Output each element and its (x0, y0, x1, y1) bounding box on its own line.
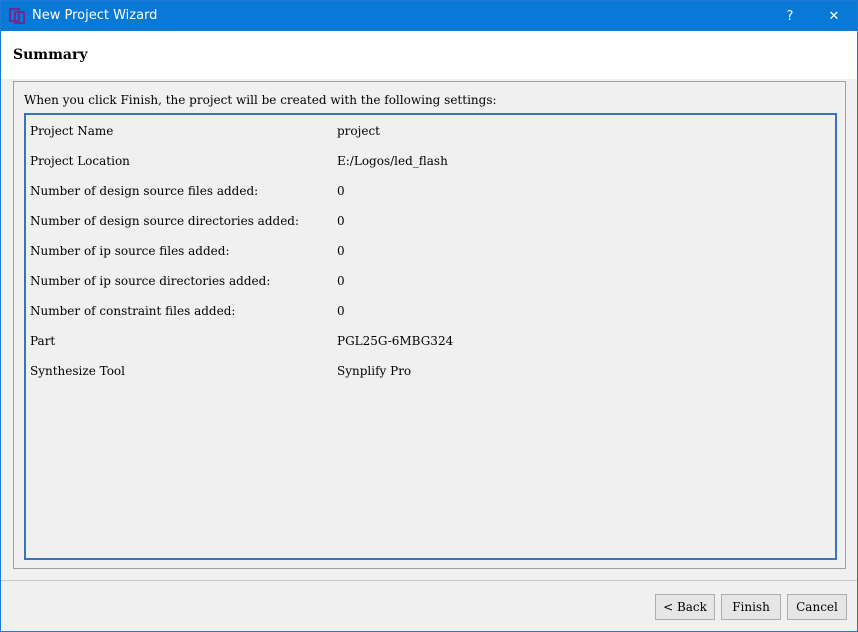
setting-row-design-source-dirs: Number of design source directories adde… (30, 211, 830, 231)
title-bar[interactable]: New Project Wizard ? ✕ (1, 1, 857, 31)
setting-row-project-name: Project Name project (30, 121, 830, 141)
setting-label: Number of ip source files added: (30, 244, 230, 258)
cancel-button[interactable]: Cancel (787, 594, 847, 620)
setting-value: PGL25G-6MBG324 (337, 334, 454, 348)
setting-row-synthesize-tool: Synthesize Tool Synplify Pro (30, 361, 830, 381)
setting-value: 0 (337, 214, 345, 228)
content-panel: When you click Finish, the project will … (13, 81, 846, 569)
setting-label: Number of constraint files added: (30, 304, 236, 318)
close-button[interactable]: ✕ (811, 1, 857, 31)
wizard-window: New Project Wizard ? ✕ Summary When you … (0, 0, 858, 632)
setting-label: Project Name (30, 124, 114, 138)
setting-label: Number of design source files added: (30, 184, 259, 198)
setting-value: 0 (337, 244, 345, 258)
setting-row-design-source-files: Number of design source files added: 0 (30, 181, 830, 201)
setting-label: Project Location (30, 154, 130, 168)
setting-row-project-location: Project Location E:/Logos/led_flash (30, 151, 830, 171)
back-button[interactable]: < Back (655, 594, 715, 620)
setting-row-constraint-files: Number of constraint files added: 0 (30, 301, 830, 321)
setting-value: 0 (337, 184, 345, 198)
setting-value: E:/Logos/led_flash (337, 154, 448, 168)
setting-value: 0 (337, 304, 345, 318)
setting-value: project (337, 124, 381, 138)
setting-value: Synplify Pro (337, 364, 412, 378)
intro-text: When you click Finish, the project will … (24, 93, 497, 107)
setting-row-ip-source-dirs: Number of ip source directories added: 0 (30, 271, 830, 291)
setting-value: 0 (337, 274, 345, 288)
setting-row-part: Part PGL25G-6MBG324 (30, 331, 830, 351)
setting-row-ip-source-files: Number of ip source files added: 0 (30, 241, 830, 261)
footer-divider (1, 580, 857, 581)
window-title: New Project Wizard (32, 8, 158, 23)
setting-label: Synthesize Tool (30, 364, 125, 378)
wizard-header: Summary (1, 31, 857, 79)
page-title: Summary (13, 47, 88, 63)
settings-summary-box: Project Name project Project Location E:… (24, 113, 837, 560)
app-logo-icon (9, 8, 25, 24)
setting-label: Part (30, 334, 56, 348)
finish-button[interactable]: Finish (721, 594, 781, 620)
setting-label: Number of ip source directories added: (30, 274, 271, 288)
setting-label: Number of design source directories adde… (30, 214, 300, 228)
help-button[interactable]: ? (767, 1, 813, 31)
